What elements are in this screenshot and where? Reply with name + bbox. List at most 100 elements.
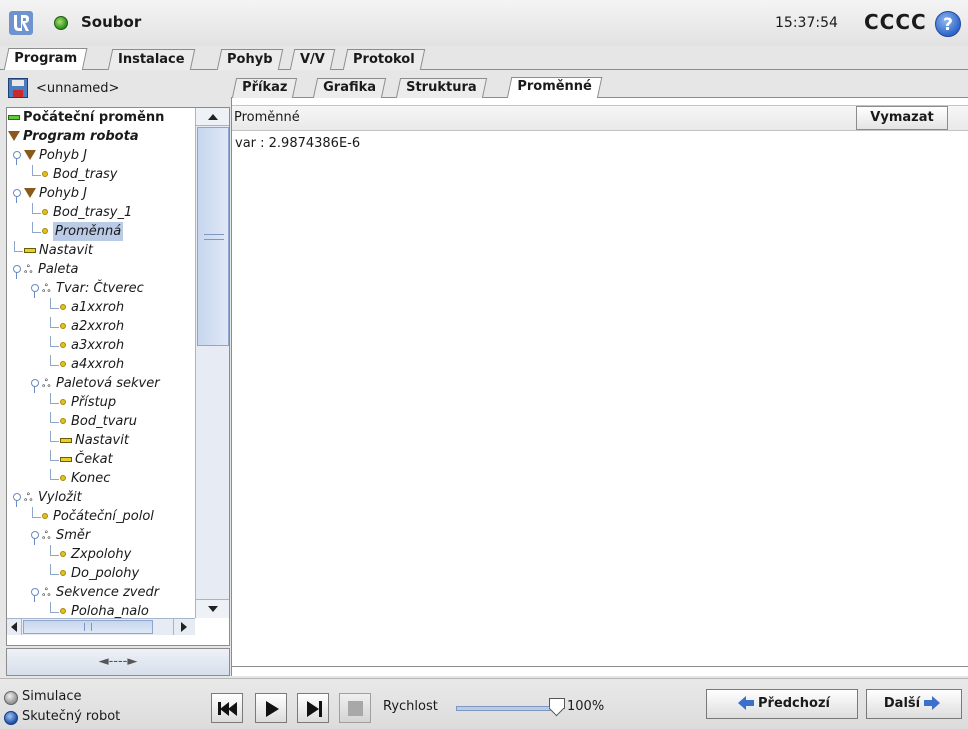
tree-item[interactable]: a2xxroh — [46, 317, 124, 336]
pallet-icon: ஃ — [24, 263, 33, 276]
pallet-icon: ஃ — [42, 377, 51, 390]
tree-branch-line — [46, 431, 60, 450]
tab-move[interactable]: Pohyb — [216, 49, 283, 70]
waypoint-icon — [60, 475, 66, 481]
speed-slider[interactable] — [456, 706, 562, 711]
waypoint-icon — [60, 342, 66, 348]
expand-toggle-icon[interactable] — [10, 260, 22, 279]
tree-item[interactable]: Bod_trasy — [28, 165, 118, 184]
tree-item[interactable]: Počáteční proměnn — [8, 108, 164, 127]
pallet-icon: ஃ — [24, 491, 33, 504]
clear-button[interactable]: Vymazat — [856, 106, 948, 130]
tree-item[interactable]: Do_polohy — [46, 564, 139, 583]
scroll-left-arrow-icon[interactable] — [7, 619, 22, 635]
tree-item[interactable]: Pohyb J — [10, 184, 87, 203]
tree-item-selected[interactable]: Proměnná — [28, 222, 124, 241]
main-tab-bar: Program Instalace Pohyb V/V Protokol — [0, 46, 968, 71]
expand-toggle-icon[interactable] — [28, 583, 40, 602]
tree-branch-line — [46, 317, 60, 336]
skip-to-start-button[interactable] — [211, 693, 243, 723]
panel-resize-handle[interactable]: ◄----► — [6, 648, 230, 676]
scroll-right-arrow-icon[interactable] — [173, 619, 193, 635]
tree-item[interactable]: ஃ Vyložit — [10, 488, 82, 507]
tab-installation[interactable]: Instalace — [107, 49, 195, 70]
next-button[interactable]: Další — [866, 689, 962, 719]
tree-branch-line — [46, 298, 60, 317]
tree-branch-line — [10, 241, 24, 260]
tree-item[interactable]: Bod_tvaru — [46, 412, 137, 431]
expand-toggle-icon[interactable] — [10, 184, 22, 203]
tree-item[interactable]: ஃ Paleta — [10, 260, 78, 279]
tree-item[interactable]: Nastavit — [10, 241, 93, 260]
tab-graphics[interactable]: Grafika — [312, 78, 387, 98]
tree-vertical-scrollbar[interactable] — [195, 108, 229, 618]
expand-toggle-icon[interactable] — [28, 526, 40, 545]
next-label: Další — [883, 696, 921, 711]
stop-button[interactable] — [339, 693, 371, 723]
tree-item[interactable]: Přístup — [46, 393, 116, 412]
tree-item[interactable]: Nastavit — [46, 431, 129, 450]
tree-branch-line — [46, 412, 60, 431]
scroll-up-arrow-icon[interactable] — [196, 108, 229, 126]
help-icon[interactable]: ? — [935, 11, 961, 37]
tab-program[interactable]: Program — [3, 48, 88, 71]
expand-toggle-icon[interactable] — [28, 279, 40, 298]
tab-command[interactable]: Příkaz — [231, 78, 298, 98]
simulation-radio-icon[interactable] — [4, 691, 18, 705]
tree-item[interactable]: Počáteční_polol — [28, 507, 154, 526]
tree-item[interactable]: ஃ Směr — [28, 526, 90, 545]
tree-item[interactable]: Program robota — [8, 127, 139, 146]
tree-item[interactable]: a1xxroh — [46, 298, 124, 317]
real-robot-mode-option[interactable]: Skutečný robot — [4, 709, 120, 727]
tree-branch-line — [46, 393, 60, 412]
save-icon[interactable] — [8, 78, 28, 98]
tab-log[interactable]: Protokol — [342, 49, 425, 70]
tab-io[interactable]: V/V — [289, 49, 336, 70]
tree-item[interactable]: Čekat — [46, 450, 113, 469]
real-robot-radio-icon[interactable] — [4, 711, 18, 725]
scroll-down-arrow-icon[interactable] — [196, 599, 229, 618]
tree-item[interactable]: a3xxroh — [46, 336, 124, 355]
tree-branch-line — [28, 507, 42, 526]
waypoint-icon — [60, 399, 66, 405]
vertical-scroll-thumb[interactable] — [197, 127, 229, 346]
arrow-right-icon — [924, 695, 941, 710]
tree-horizontal-scrollbar[interactable] — [7, 618, 195, 635]
waypoint-icon — [60, 418, 66, 424]
universal-robots-logo — [9, 11, 33, 35]
play-button[interactable] — [255, 693, 287, 723]
variables-header: Proměnné Vymazat — [232, 105, 968, 131]
simulation-mode-option[interactable]: Simulace — [4, 689, 82, 707]
tree-item[interactable]: ஃ Sekvence zvedr — [28, 583, 159, 602]
tab-variables[interactable]: Proměnné — [506, 77, 602, 99]
expand-toggle-icon[interactable] — [10, 146, 22, 165]
horizontal-scroll-thumb[interactable] — [23, 620, 153, 634]
file-menu[interactable]: Soubor — [81, 13, 141, 31]
waypoint-icon — [42, 513, 48, 519]
waypoint-icon — [60, 570, 66, 576]
tab-structure[interactable]: Struktura — [395, 78, 487, 98]
previous-button[interactable]: Předchozí — [706, 689, 858, 719]
tree-item[interactable]: Zxpolohy — [46, 545, 131, 564]
divider — [232, 666, 968, 667]
expand-toggle-icon[interactable] — [10, 488, 22, 507]
tree-branch-line — [28, 203, 42, 222]
program-tree: Počáteční proměnn Program robota Pohyb J… — [6, 107, 230, 646]
sub-tab-bar: Příkaz Grafika Struktura Proměnné — [231, 76, 968, 99]
tree-branch-line — [28, 222, 42, 241]
waypoint-icon — [42, 209, 48, 215]
expand-toggle-icon[interactable] — [28, 374, 40, 393]
tree-item[interactable]: Pohyb J — [10, 146, 87, 165]
tree-item[interactable]: ஃ Paletová sekver — [28, 374, 160, 393]
speed-slider-thumb[interactable] — [549, 698, 565, 716]
set-icon — [24, 248, 36, 253]
pallet-icon: ஃ — [42, 282, 51, 295]
tree-item[interactable]: a4xxroh — [46, 355, 124, 374]
step-button[interactable] — [297, 693, 329, 723]
tree-item[interactable]: Bod_trasy_1 — [28, 203, 132, 222]
tree-item[interactable]: ஃ Tvar: Čtverec — [28, 279, 144, 298]
program-tree-list: Počáteční proměnn Program robota Pohyb J… — [7, 108, 195, 618]
tree-item[interactable]: Poloha_nalo — [46, 602, 149, 618]
tree-item[interactable]: Konec — [46, 469, 110, 488]
tree-branch-line — [46, 469, 60, 488]
